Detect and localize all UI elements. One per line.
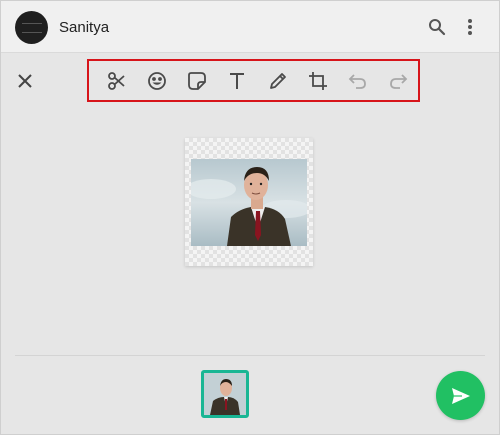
contact-name[interactable]: Sanitya	[59, 19, 109, 36]
search-icon[interactable]	[427, 17, 447, 37]
sticker-icon[interactable]	[177, 66, 217, 96]
crop-icon[interactable]	[298, 66, 338, 96]
more-vertical-icon[interactable]	[460, 17, 480, 37]
divider	[15, 355, 485, 356]
media-thumbnail[interactable]	[201, 370, 249, 418]
chat-header: Sanitya	[1, 1, 499, 53]
pencil-icon[interactable]	[258, 66, 298, 96]
edited-photo[interactable]	[191, 159, 307, 246]
avatar-logo	[21, 22, 42, 33]
undo-icon[interactable]	[338, 66, 378, 96]
redo-icon[interactable]	[378, 66, 418, 96]
send-icon	[451, 387, 470, 404]
close-icon[interactable]	[15, 71, 35, 91]
editor-toolbar	[87, 59, 420, 102]
emoji-icon[interactable]	[137, 66, 177, 96]
send-button[interactable]	[436, 371, 485, 420]
scissors-icon[interactable]	[97, 66, 137, 96]
text-icon[interactable]	[217, 66, 257, 96]
image-canvas[interactable]	[185, 138, 313, 266]
avatar[interactable]	[15, 11, 48, 44]
